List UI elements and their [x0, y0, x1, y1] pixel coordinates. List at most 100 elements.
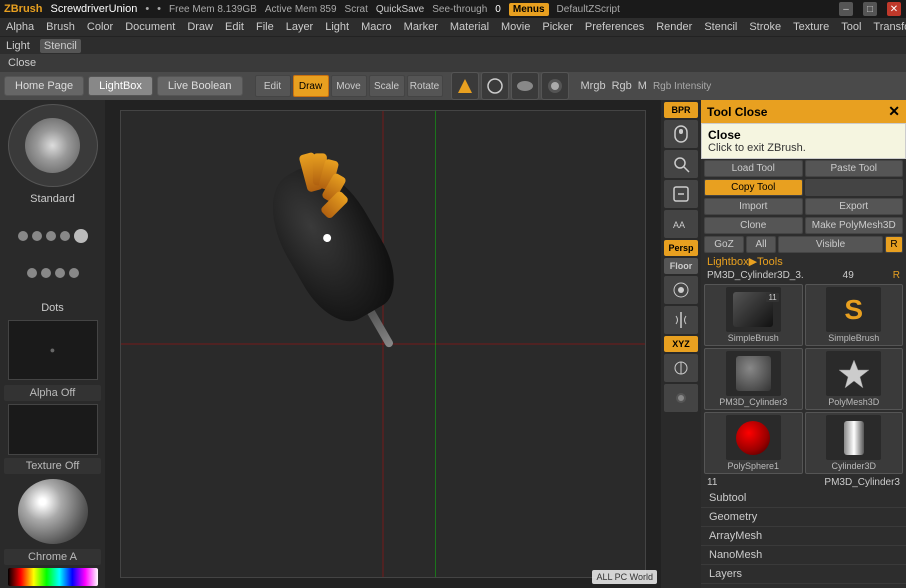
close-label[interactable]: Close	[8, 57, 36, 69]
texture-off-box[interactable]	[8, 404, 98, 455]
rgb-btn[interactable]: Rgb	[612, 80, 632, 92]
m-btn[interactable]: M	[638, 80, 647, 92]
bpr-btn[interactable]: BPR	[664, 102, 698, 118]
menu-item-movie[interactable]: Movie	[499, 21, 532, 33]
svg-text:AA: AA	[673, 220, 685, 230]
tool-thumb-cylinder3d[interactable]: Cylinder3D	[805, 412, 904, 474]
menu-item-texture[interactable]: Texture	[791, 21, 831, 33]
menu-item-stencil[interactable]: Stencil	[702, 21, 739, 33]
tool-icon2[interactable]	[664, 384, 698, 412]
scroll-btn[interactable]	[664, 120, 698, 148]
brush-circle-icon[interactable]	[481, 72, 509, 100]
menu-item-file[interactable]: File	[254, 21, 276, 33]
win-close-btn[interactable]: ✕	[887, 2, 901, 16]
see-through-val: 0	[495, 4, 501, 15]
tab-lightbox[interactable]: LightBox	[88, 76, 153, 96]
tool-thumb-polymesh[interactable]: PolyMesh3D	[805, 348, 904, 410]
make-polymesh-btn[interactable]: Make PolyMesh3D	[805, 217, 904, 234]
brush-shape-icon[interactable]	[451, 72, 479, 100]
subtool-item-geometry[interactable]: Geometry	[701, 508, 906, 527]
brush-type1-icon[interactable]	[511, 72, 539, 100]
import-btn[interactable]: Import	[704, 198, 803, 215]
xyz-btn[interactable]: XYZ	[664, 336, 698, 352]
thumb1-label: SimpleBrush	[728, 333, 779, 343]
tool-grid: 11 SimpleBrush S SimpleBrush	[701, 282, 906, 476]
floor-btn[interactable]: Floor	[664, 258, 698, 274]
menu-item-layer[interactable]: Layer	[284, 21, 316, 33]
tool-thumb-pm3d[interactable]: PM3D_Cylinder3	[704, 348, 803, 410]
zoom-btn[interactable]	[664, 150, 698, 178]
aahalf-btn[interactable]: AA	[664, 210, 698, 238]
thumb2-label: PolyMesh3D	[828, 397, 879, 407]
mode-edit-btn[interactable]: Edit	[255, 75, 291, 97]
r-btn[interactable]: R	[885, 236, 903, 253]
win-minimize-btn[interactable]: –	[839, 2, 853, 16]
subtool-item-arraymesh[interactable]: ArrayMesh	[701, 527, 906, 546]
paste-tool-btn[interactable]: Paste Tool	[805, 160, 904, 177]
mrgb-btn[interactable]: Mrgb	[581, 80, 606, 92]
see-through-btn[interactable]: See-through	[432, 4, 487, 15]
win-maximize-btn[interactable]: □	[863, 2, 877, 16]
menu-item-picker[interactable]: Picker	[540, 21, 575, 33]
menu-item-alpha[interactable]: Alpha	[4, 21, 36, 33]
mode-rotate-btn[interactable]: Rotate	[407, 75, 443, 97]
tool-thumb-polysphere[interactable]: PolySphere1	[704, 412, 803, 474]
canvas-area[interactable]: ALL PC World	[105, 100, 661, 588]
standard-brush-preview[interactable]	[8, 104, 98, 187]
menu-item-stroke[interactable]: Stroke	[747, 21, 783, 33]
subtool-item-layers[interactable]: Layers	[701, 565, 906, 584]
color-strip[interactable]	[8, 568, 98, 586]
menu-item-preferences[interactable]: Preferences	[583, 21, 646, 33]
canvas-inner	[120, 110, 646, 578]
persp-btn[interactable]: Persp	[664, 240, 698, 256]
menu-item-color[interactable]: Color	[85, 21, 115, 33]
submenu-light[interactable]: Light	[4, 40, 32, 52]
load-tool-btn[interactable]: Load Tool	[704, 160, 803, 177]
pm3d-bottom-num: 11	[707, 477, 717, 488]
menu-item-material[interactable]: Material	[448, 21, 491, 33]
dots-preview[interactable]	[8, 211, 98, 295]
subtool-item-nanomesh[interactable]: NanoMesh	[701, 546, 906, 565]
panel-row-4: Clone Make PolyMesh3D	[701, 216, 906, 235]
visible-btn[interactable]: Visible	[778, 236, 883, 253]
thumb5-label: Cylinder3D	[831, 461, 876, 471]
subtool-item-fibermesh[interactable]: FiberMesh	[701, 584, 906, 588]
tool-thumb-1[interactable]: 11 SimpleBrush	[704, 284, 803, 346]
dots-label: Dots	[0, 300, 105, 316]
tool-icon1[interactable]	[664, 354, 698, 382]
menu-item-light[interactable]: Light	[323, 21, 351, 33]
alpha-off-box[interactable]: ●	[8, 320, 98, 380]
menu-item-transform[interactable]: Transform	[871, 21, 906, 33]
menu-item-brush[interactable]: Brush	[44, 21, 77, 33]
actual-btn[interactable]	[664, 180, 698, 208]
lsym-btn[interactable]	[664, 306, 698, 334]
clone-btn[interactable]: Clone	[704, 217, 803, 234]
submenu-stencil[interactable]: Stencil	[40, 39, 81, 53]
tab-live-boolean[interactable]: Live Boolean	[157, 76, 243, 96]
copy-tool-btn[interactable]: Copy Tool	[704, 179, 803, 196]
menu-item-tool[interactable]: Tool	[839, 21, 863, 33]
menu-item-draw[interactable]: Draw	[185, 21, 215, 33]
app-title: ZBrush	[4, 3, 43, 15]
lightbox-tools-label[interactable]: Lightbox▶Tools	[701, 254, 906, 269]
mode-scale-btn[interactable]: Scale	[369, 75, 405, 97]
tool-thumb-simple-brush[interactable]: S SimpleBrush	[805, 284, 904, 346]
menu-item-marker[interactable]: Marker	[402, 21, 440, 33]
mode-move-btn[interactable]: Move	[331, 75, 367, 97]
menu-item-render[interactable]: Render	[654, 21, 694, 33]
brush-type2-icon[interactable]	[541, 72, 569, 100]
chrome-sphere[interactable]	[18, 479, 88, 544]
menu-item-document[interactable]: Document	[123, 21, 177, 33]
quick-save-btn[interactable]: QuickSave	[376, 4, 424, 15]
export-btn[interactable]: Export	[805, 198, 904, 215]
all-btn[interactable]: All	[746, 236, 776, 253]
menus-btn[interactable]: Menus	[509, 3, 549, 16]
local-btn[interactable]	[664, 276, 698, 304]
close-x-btn[interactable]: ✕	[888, 103, 900, 120]
menu-item-edit[interactable]: Edit	[223, 21, 246, 33]
goz-btn[interactable]: GoZ	[704, 236, 744, 253]
menu-item-macro[interactable]: Macro	[359, 21, 394, 33]
mode-draw-btn[interactable]: Draw	[293, 75, 329, 97]
tab-home-page[interactable]: Home Page	[4, 76, 84, 96]
subtool-item-subtool[interactable]: Subtool	[701, 489, 906, 508]
